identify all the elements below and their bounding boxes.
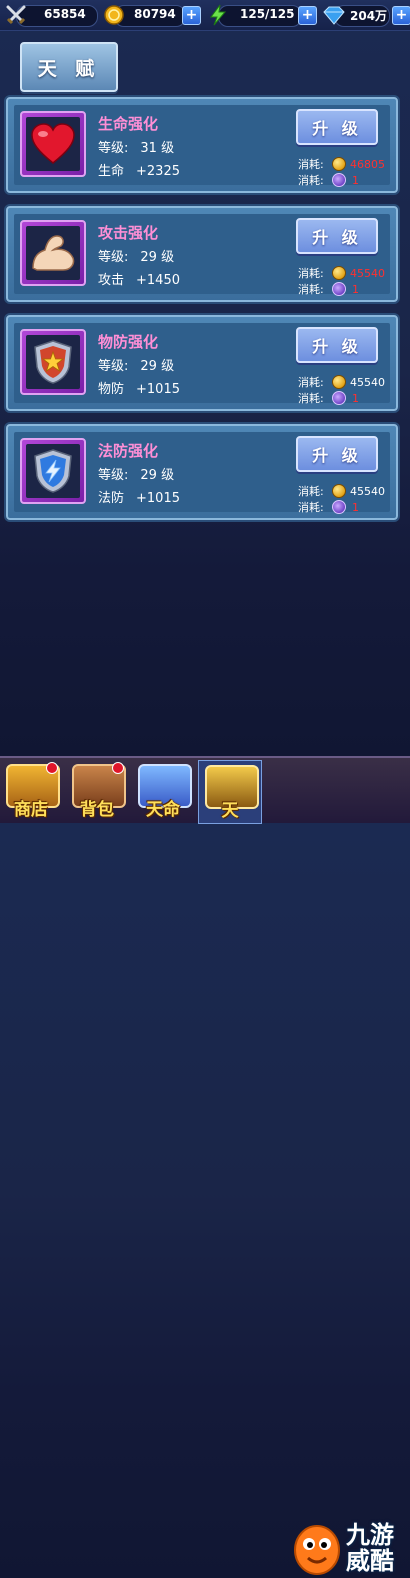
add-diamond-button[interactable]: + (392, 6, 410, 25)
stamina-value: 125/125 (240, 7, 295, 21)
gold-coin-icon (332, 157, 346, 171)
talent-level: 等级: 29 级 (98, 468, 175, 483)
talent-name: 物防强化 (98, 333, 159, 351)
upgrade-button[interactable]: 升 级 (296, 436, 378, 472)
nav-destiny[interactable]: 天命 (132, 760, 194, 822)
gold-coin-icon (332, 484, 346, 498)
gold-coin-icon (332, 266, 346, 280)
talent-card-attack: 攻击强化 等级: 29 级 攻击 +1450 升 级 消耗: 45540 消耗: 1 (6, 206, 398, 302)
talent-icon-frame (20, 329, 86, 395)
power-value: 65854 (44, 7, 86, 21)
scroll-cost: 消耗: 1 (298, 500, 359, 514)
notification-dot (46, 762, 58, 774)
resource-bar: 65854 80794 + 125/125 + 204万 + (0, 0, 410, 31)
nav-talent[interactable]: 天 (198, 760, 262, 824)
talent-name: 生命强化 (98, 115, 159, 133)
lightning-shield-icon (26, 444, 80, 498)
talent-tab-label: 天 赋 (37, 57, 101, 80)
stamina-display: 125/125 + (206, 3, 318, 27)
talent-icon-frame (20, 438, 86, 504)
talent-icon-frame (20, 111, 86, 177)
scroll-cost: 消耗: 1 (298, 391, 359, 405)
diamond-icon (322, 3, 346, 27)
talent-name: 攻击强化 (98, 224, 159, 242)
talent-stat: 生命 +2325 (98, 164, 180, 179)
talent-scroll-icon (332, 391, 346, 405)
talent-tab[interactable]: 天 赋 (20, 42, 118, 92)
talent-level: 等级: 29 级 (98, 359, 175, 374)
star-shield-icon (26, 335, 80, 389)
muscle-arm-icon (26, 226, 80, 280)
talent-icon-frame (20, 220, 86, 286)
gold-cost: 消耗: 45540 (298, 484, 385, 498)
upgrade-button[interactable]: 升 级 (296, 218, 378, 254)
gold-cost: 消耗: 45540 (298, 375, 385, 389)
gold-cost: 消耗: 45540 (298, 266, 385, 280)
nav-shop[interactable]: 商店 (0, 760, 62, 822)
add-gold-button[interactable]: + (182, 6, 201, 25)
gold-coin-icon (102, 3, 126, 27)
talent-scroll-icon (332, 173, 346, 187)
talent-name: 法防强化 (98, 442, 159, 460)
talent-level: 等级: 29 级 (98, 250, 175, 265)
add-stamina-button[interactable]: + (298, 6, 317, 25)
talent-card-hp: 生命强化 等级: 31 级 生命 +2325 升 级 消耗: 46805 消耗: 1 (6, 97, 398, 193)
gold-display: 80794 + (102, 3, 202, 27)
talent-stat: 攻击 +1450 (98, 273, 180, 288)
gold-coin-icon (332, 375, 346, 389)
nav-backpack[interactable]: 背包 (66, 760, 128, 822)
lightning-icon (206, 3, 230, 27)
notification-dot (112, 762, 124, 774)
talent-level: 等级: 31 级 (98, 141, 175, 156)
bottom-nav: 商店 背包 天命 天 九游 威酷 (0, 756, 410, 1575)
upgrade-button[interactable]: 升 级 (296, 327, 378, 363)
scroll-cost: 消耗: 1 (298, 282, 359, 296)
diamond-display: 204万 + (322, 3, 410, 27)
upgrade-button[interactable]: 升 级 (296, 109, 378, 145)
talent-card-magic-def: 法防强化 等级: 29 级 法防 +1015 升 级 消耗: 45540 消耗: 1 (6, 424, 398, 520)
heart-icon (26, 117, 80, 171)
diamond-value: 204万 (350, 9, 388, 23)
talent-scroll-icon (332, 500, 346, 514)
crossed-swords-icon (4, 3, 28, 27)
power-display: 65854 (4, 3, 98, 27)
talent-stat: 法防 +1015 (98, 491, 180, 506)
talent-card-phys-def: 物防强化 等级: 29 级 物防 +1015 升 级 消耗: 45540 消耗: 1 (6, 315, 398, 411)
gold-value: 80794 (134, 7, 176, 21)
talent-stat: 物防 +1015 (98, 382, 180, 397)
gold-cost: 消耗: 46805 (298, 157, 385, 171)
watermark: 九游 威酷 (290, 1516, 410, 1578)
mascot-logo-icon (294, 1525, 340, 1575)
talent-scroll-icon (332, 282, 346, 296)
scroll-cost: 消耗: 1 (298, 173, 359, 187)
